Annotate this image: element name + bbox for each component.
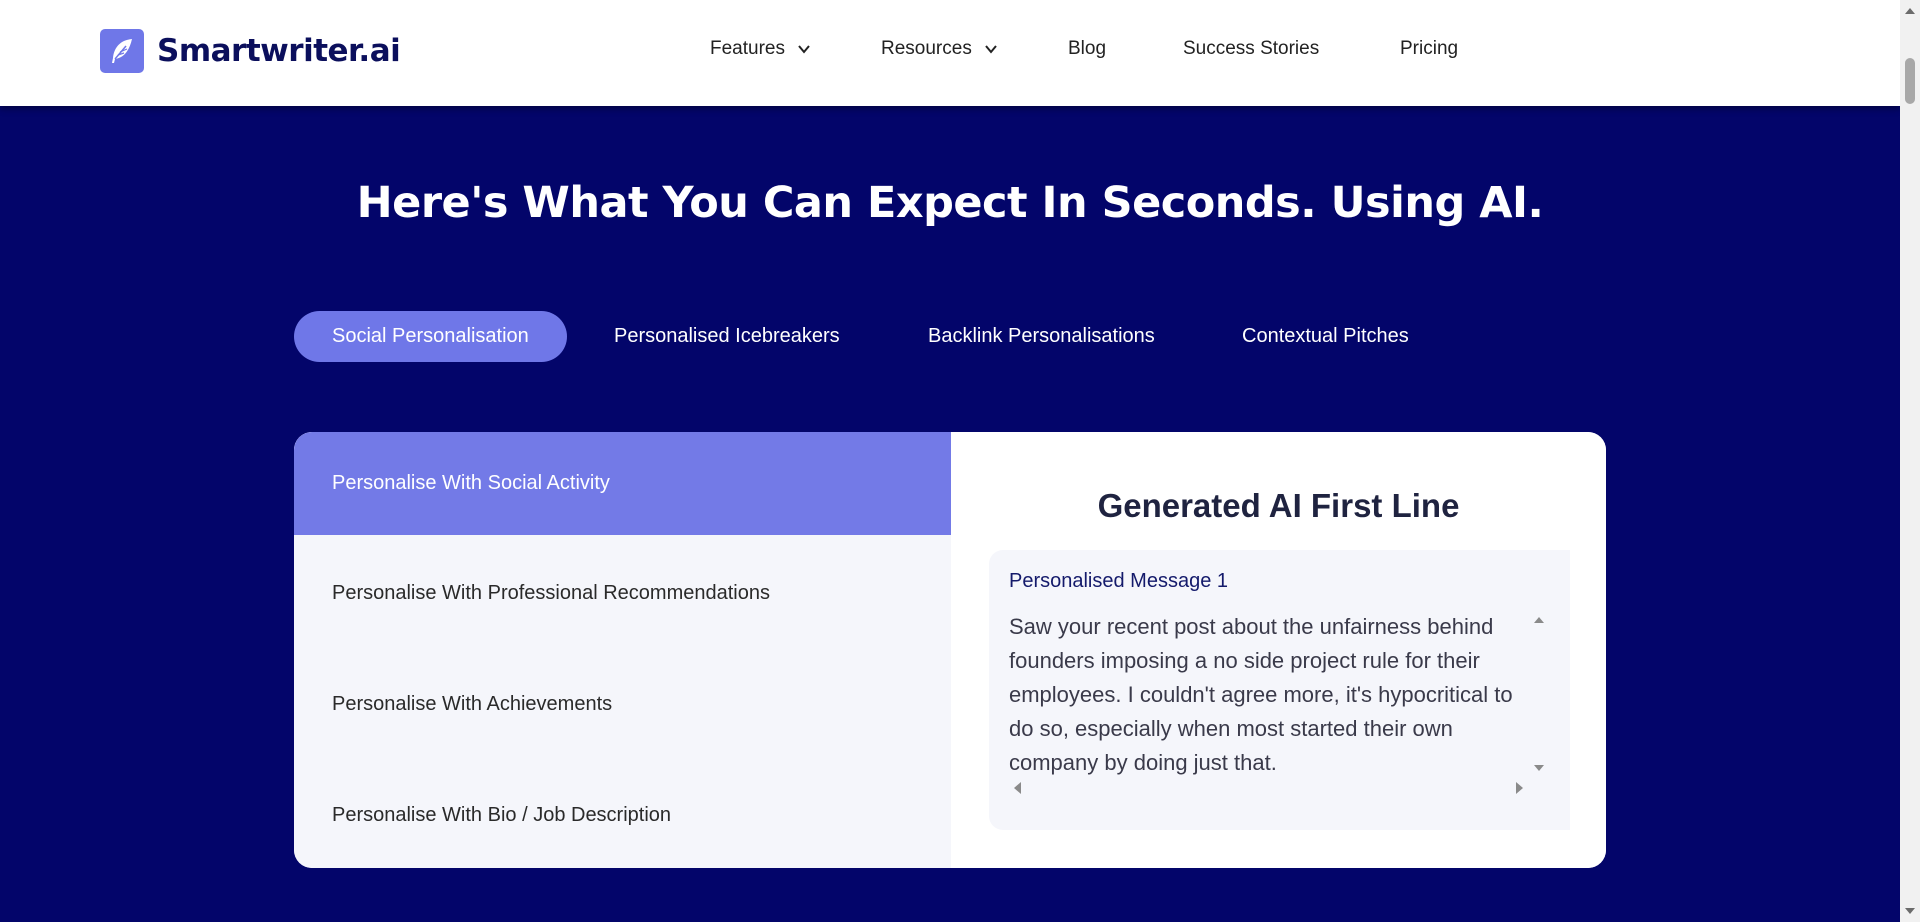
message-text: Saw your recent post about the unfairnes…: [1009, 614, 1513, 775]
message-label: Personalised Message 1: [1009, 570, 1229, 592]
nav-item-label: Success Stories: [1183, 38, 1320, 59]
brand-name: Smartwriter.ai: [157, 33, 401, 69]
chevron-down-icon: [798, 45, 810, 54]
nav-item-label: Blog: [1068, 38, 1107, 59]
nav-item-resources[interactable]: Resources: [881, 38, 998, 60]
message-scroll-area[interactable]: Saw your recent post about the unfairnes…: [1009, 610, 1549, 798]
tab-contextual-pitches[interactable]: Contextual Pitches: [1242, 311, 1409, 362]
hero-title: Here's What You Can Expect In Seconds. U…: [356, 178, 1544, 228]
tab-social-personalisation[interactable]: Social Personalisation: [294, 311, 567, 362]
nav-item-label: Features: [710, 38, 785, 59]
feather-icon: [100, 29, 144, 73]
tab-personalised-icebreakers[interactable]: Personalised Icebreakers: [614, 311, 840, 362]
horizontal-scrollbar[interactable]: [1009, 778, 1549, 798]
nav-item-label: Resources: [881, 38, 972, 59]
generated-output-panel: Generated AI First Line Personalised Mes…: [951, 432, 1606, 868]
option-bio-job-description[interactable]: Personalise With Bio / Job Description: [294, 764, 951, 867]
nav-item-pricing[interactable]: Pricing: [1400, 38, 1458, 60]
site-header: Smartwriter.ai Features Resources Blog S…: [0, 0, 1900, 106]
nav-item-label: Pricing: [1400, 38, 1459, 59]
option-social-activity[interactable]: Personalise With Social Activity: [294, 432, 951, 535]
personalisation-options: Personalise With Social Activity Persona…: [294, 432, 951, 868]
page: Smartwriter.ai Features Resources Blog S…: [0, 0, 1900, 922]
nav-item-features[interactable]: Features: [710, 38, 811, 60]
vertical-scrollbar[interactable]: [1529, 610, 1549, 775]
option-professional-recommendations[interactable]: Personalise With Professional Recommenda…: [294, 542, 951, 645]
nav-item-blog[interactable]: Blog: [1068, 38, 1106, 60]
message-box: Personalised Message 1 Saw your recent p…: [989, 550, 1570, 830]
chevron-down-icon: [985, 45, 997, 54]
page-scrollbar[interactable]: [1900, 0, 1920, 922]
demo-card: Personalise With Social Activity Persona…: [294, 432, 1606, 868]
option-achievements[interactable]: Personalise With Achievements: [294, 653, 951, 756]
tab-backlink-personalisations[interactable]: Backlink Personalisations: [928, 311, 1155, 362]
page-scrollbar-thumb[interactable]: [1905, 58, 1915, 104]
nav-item-success-stories[interactable]: Success Stories: [1183, 38, 1319, 60]
brand-logo[interactable]: Smartwriter.ai: [100, 29, 401, 73]
generated-title: Generated AI First Line: [1097, 487, 1460, 524]
